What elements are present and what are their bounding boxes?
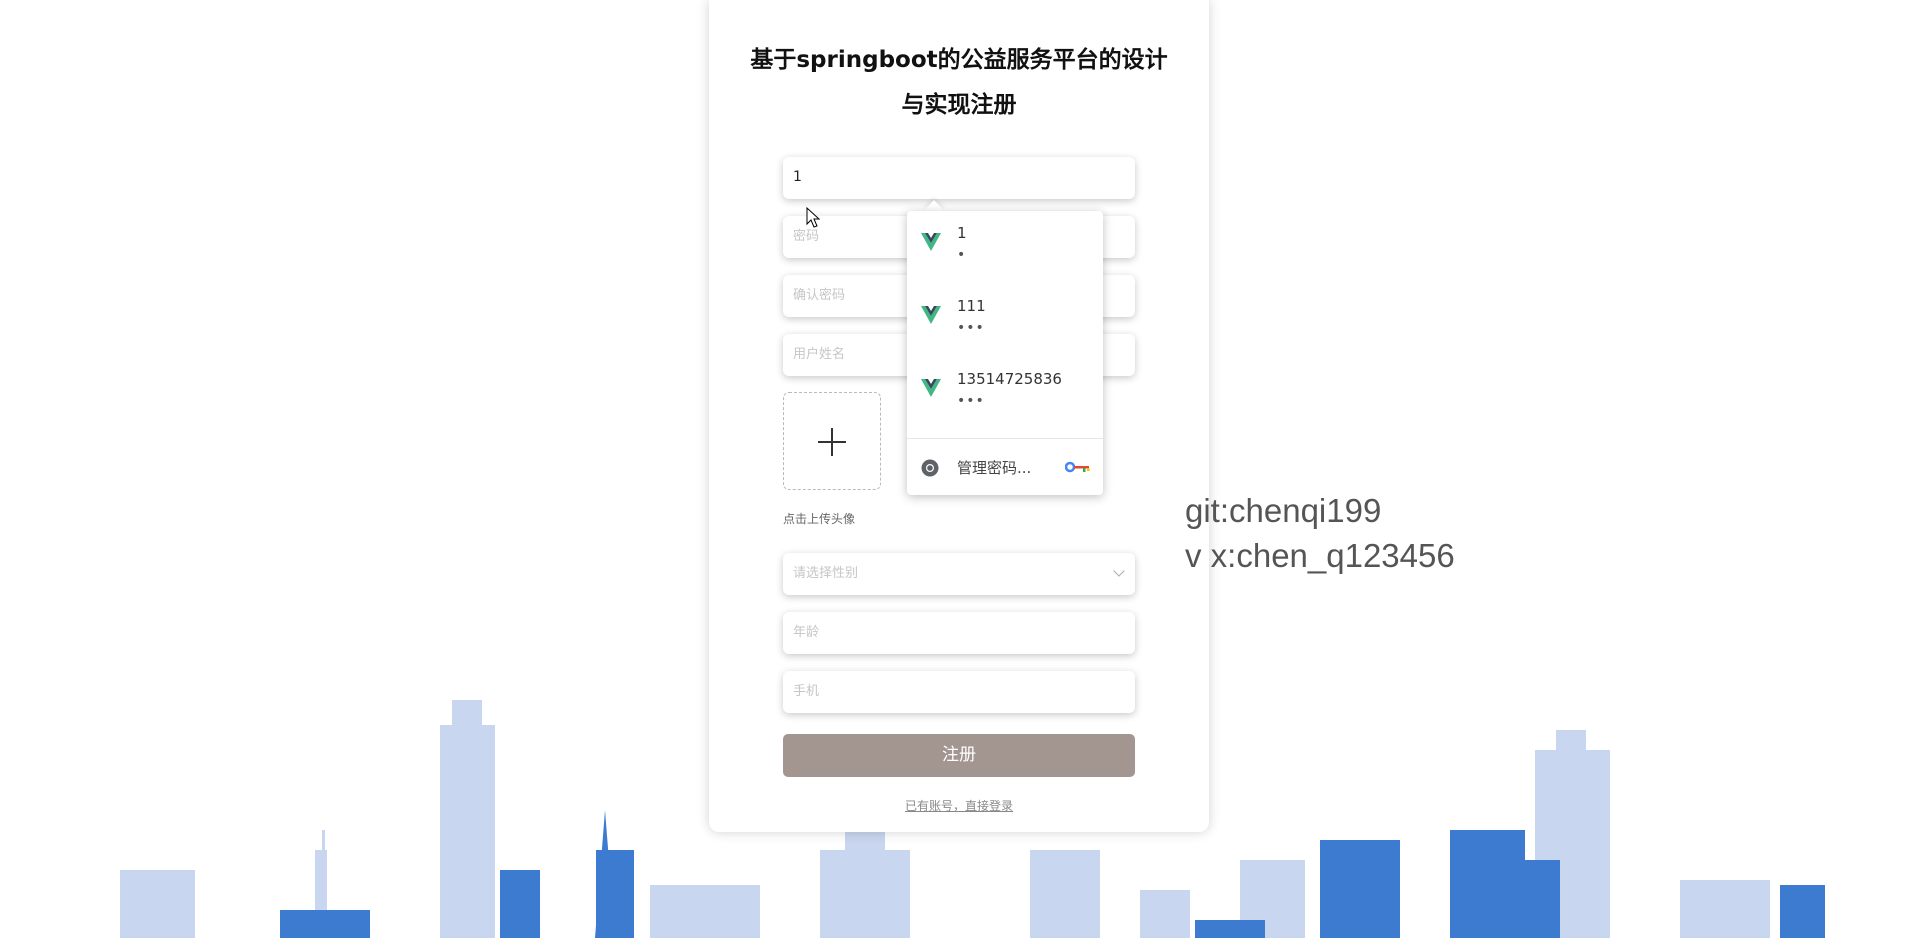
avatar-upload[interactable] — [783, 392, 881, 490]
watermark-line-2: v x:chen_q123456 — [1185, 537, 1455, 574]
manage-passwords-label: 管理密码... — [957, 459, 1032, 477]
vue-logo-icon — [921, 233, 941, 251]
suggestion-password: • — [957, 247, 967, 263]
autofill-suggestion[interactable]: 13514725836 ••• — [907, 359, 1103, 423]
popup-divider — [907, 438, 1103, 439]
register-button[interactable]: 注册 — [783, 734, 1135, 777]
age-field[interactable]: 年龄 — [783, 612, 1135, 654]
suggestion-password: ••• — [957, 393, 985, 409]
manage-passwords-item[interactable]: 管理密码... — [907, 440, 1103, 494]
account-field[interactable] — [783, 157, 1135, 199]
phone-placeholder: 手机 — [793, 684, 820, 699]
watermark: git:chenqi199 v x:chen_q123456 — [1185, 488, 1455, 578]
vue-logo-icon — [921, 306, 941, 324]
suggestion-username: 13514725836 — [957, 370, 1062, 388]
vue-logo-icon — [921, 379, 941, 397]
key-icon — [1065, 461, 1090, 473]
mouse-cursor-icon — [806, 207, 821, 228]
suggestion-username: 111 — [957, 297, 986, 315]
name-placeholder: 用户姓名 — [793, 347, 846, 362]
gender-placeholder: 请选择性别 — [793, 566, 859, 581]
suggestion-username: 1 — [957, 224, 967, 242]
confirm-password-placeholder: 确认密码 — [793, 288, 846, 303]
login-link[interactable]: 已有账号，直接登录 — [709, 797, 1209, 814]
autofill-suggestion[interactable]: 1 • — [907, 213, 1103, 277]
page-title: 基于springboot的公益服务平台的设计与实现注册 — [750, 47, 1168, 118]
autofill-suggestion[interactable]: 111 ••• — [907, 286, 1103, 350]
password-placeholder: 密码 — [793, 229, 820, 244]
suggestion-password: ••• — [957, 320, 985, 336]
phone-field[interactable]: 手机 — [783, 671, 1135, 713]
gender-select[interactable]: 请选择性别 — [783, 553, 1135, 595]
autofill-popup: 1 • 111 ••• 13514725836 ••• 管理密码... — [907, 211, 1103, 495]
watermark-line-1: git:chenqi199 — [1185, 492, 1382, 529]
age-placeholder: 年龄 — [793, 625, 820, 640]
account-input[interactable] — [793, 157, 1123, 197]
chevron-down-icon — [1113, 565, 1125, 577]
chrome-icon — [921, 459, 939, 477]
upload-hint: 点击上传头像 — [783, 512, 856, 526]
